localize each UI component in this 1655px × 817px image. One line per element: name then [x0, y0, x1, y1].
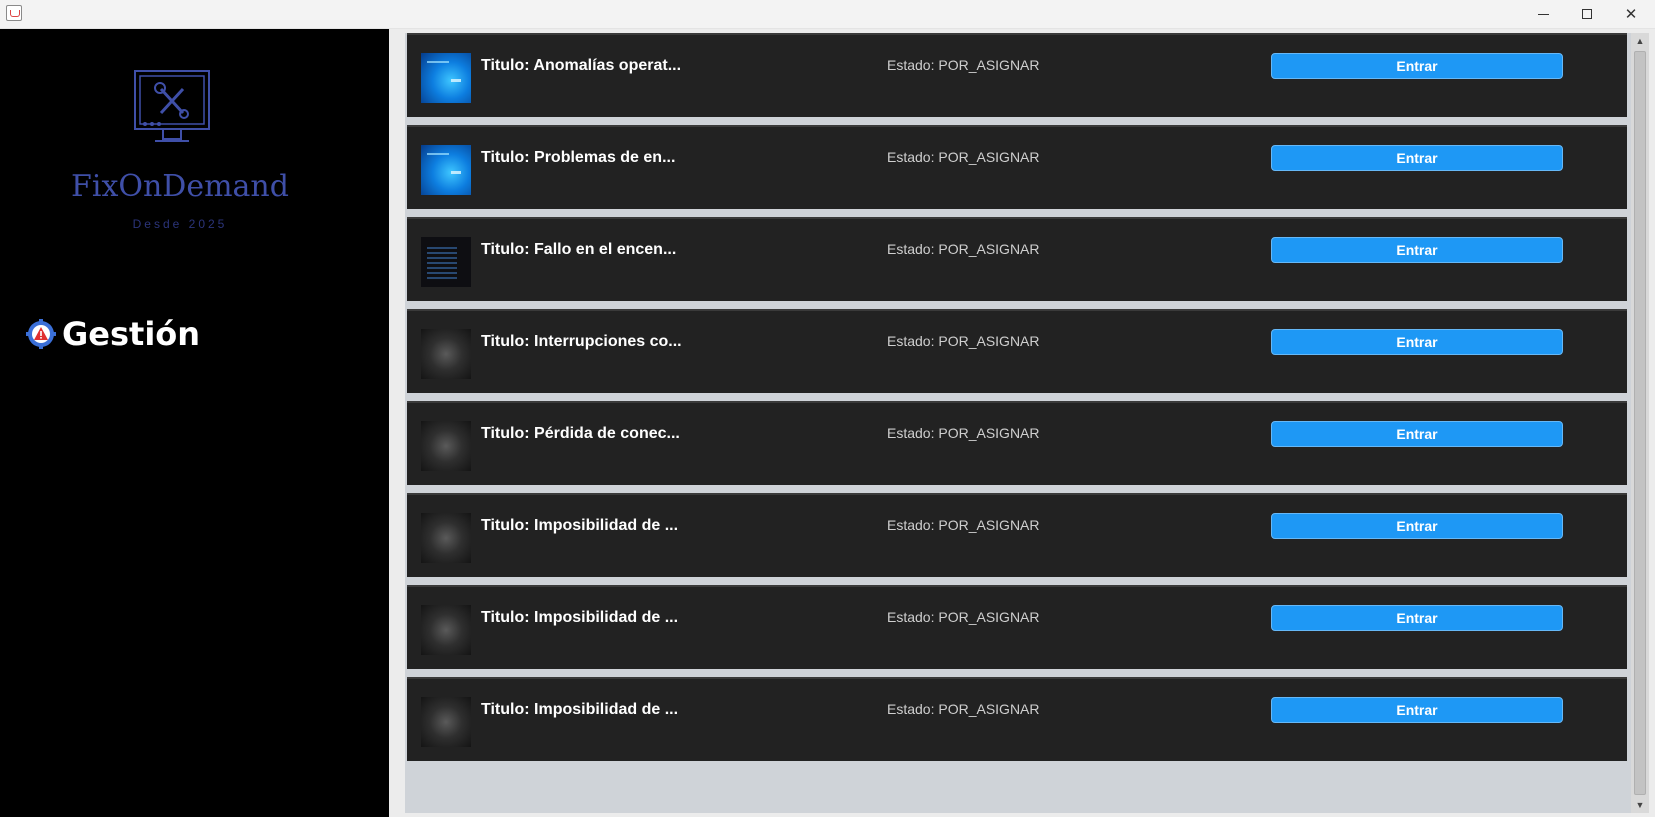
- ticket-row: Titulo: Anomalías operat... Estado: POR_…: [407, 33, 1627, 117]
- vertical-scrollbar[interactable]: ▲ ▼: [1631, 33, 1649, 813]
- monitor-tools-icon: [134, 70, 210, 142]
- gear-warning-icon: [26, 319, 56, 349]
- ticket-thumbnail: [421, 697, 471, 747]
- ticket-thumbnail: [421, 329, 471, 379]
- maximize-button[interactable]: [1565, 0, 1609, 28]
- ticket-thumbnail: [421, 605, 471, 655]
- window-titlebar: ✕: [0, 0, 1655, 29]
- enter-button[interactable]: Entrar: [1271, 697, 1563, 723]
- close-icon: ✕: [1624, 5, 1638, 23]
- enter-button[interactable]: Entrar: [1271, 145, 1563, 171]
- scroll-up-arrow-icon[interactable]: ▲: [1631, 33, 1649, 49]
- ticket-row: Titulo: Interrupciones co... Estado: POR…: [407, 309, 1627, 393]
- ticket-thumbnail: [421, 53, 471, 103]
- ticket-status: Estado: POR_ASIGNAR: [887, 57, 1040, 73]
- ticket-row: Titulo: Imposibilidad de ... Estado: POR…: [407, 677, 1627, 761]
- sidebar: FixOnDemand Desde 2025 Gestión: [0, 29, 389, 817]
- brand-name: FixOnDemand: [71, 169, 289, 204]
- nav-item-gestion[interactable]: Gestión: [26, 312, 200, 356]
- enter-button[interactable]: Entrar: [1271, 605, 1563, 631]
- minimize-icon: [1537, 13, 1549, 15]
- scroll-thumb[interactable]: [1634, 51, 1646, 795]
- enter-button[interactable]: Entrar: [1271, 53, 1563, 79]
- ticket-list: Titulo: Anomalías operat... Estado: POR_…: [405, 33, 1631, 813]
- ticket-title: Titulo: Interrupciones co...: [481, 333, 682, 350]
- ticket-row: Titulo: Imposibilidad de ... Estado: POR…: [407, 493, 1627, 577]
- ticket-row: Titulo: Imposibilidad de ... Estado: POR…: [407, 585, 1627, 669]
- ticket-title: Titulo: Pérdida de conec...: [481, 425, 680, 442]
- enter-button[interactable]: Entrar: [1271, 513, 1563, 539]
- ticket-thumbnail: [421, 237, 471, 287]
- ticket-title: Titulo: Imposibilidad de ...: [481, 609, 679, 626]
- maximize-icon: [1582, 9, 1592, 19]
- ticket-status: Estado: POR_ASIGNAR: [887, 241, 1040, 257]
- ticket-status: Estado: POR_ASIGNAR: [887, 609, 1040, 625]
- close-button[interactable]: ✕: [1609, 0, 1653, 28]
- ticket-title: Titulo: Problemas de en...: [481, 149, 676, 166]
- scroll-down-arrow-icon[interactable]: ▼: [1631, 797, 1649, 813]
- ticket-row: Titulo: Problemas de en... Estado: POR_A…: [407, 125, 1627, 209]
- ticket-row: Titulo: Fallo en el encen... Estado: POR…: [407, 217, 1627, 301]
- ticket-title: Titulo: Imposibilidad de ...: [481, 517, 679, 534]
- enter-button[interactable]: Entrar: [1271, 421, 1563, 447]
- ticket-status: Estado: POR_ASIGNAR: [887, 425, 1040, 441]
- ticket-title: Titulo: Anomalías operat...: [481, 57, 682, 74]
- ticket-title: Titulo: Fallo en el encen...: [481, 241, 677, 258]
- ticket-status: Estado: POR_ASIGNAR: [887, 149, 1040, 165]
- ticket-status: Estado: POR_ASIGNAR: [887, 517, 1040, 533]
- ticket-status: Estado: POR_ASIGNAR: [887, 701, 1040, 717]
- ticket-status: Estado: POR_ASIGNAR: [887, 333, 1040, 349]
- ticket-thumbnail: [421, 421, 471, 471]
- ticket-thumbnail: [421, 145, 471, 195]
- ticket-row: Titulo: Pérdida de conec... Estado: POR_…: [407, 401, 1627, 485]
- enter-button[interactable]: Entrar: [1271, 237, 1563, 263]
- brand-tagline: Desde 2025: [132, 217, 228, 231]
- enter-button[interactable]: Entrar: [1271, 329, 1563, 355]
- ticket-thumbnail: [421, 513, 471, 563]
- ticket-title: Titulo: Imposibilidad de ...: [481, 701, 679, 718]
- nav-item-label: Gestión: [62, 315, 201, 353]
- minimize-button[interactable]: [1521, 0, 1565, 28]
- java-app-icon: [6, 5, 22, 21]
- ticket-panel: Titulo: Anomalías operat... Estado: POR_…: [389, 29, 1655, 817]
